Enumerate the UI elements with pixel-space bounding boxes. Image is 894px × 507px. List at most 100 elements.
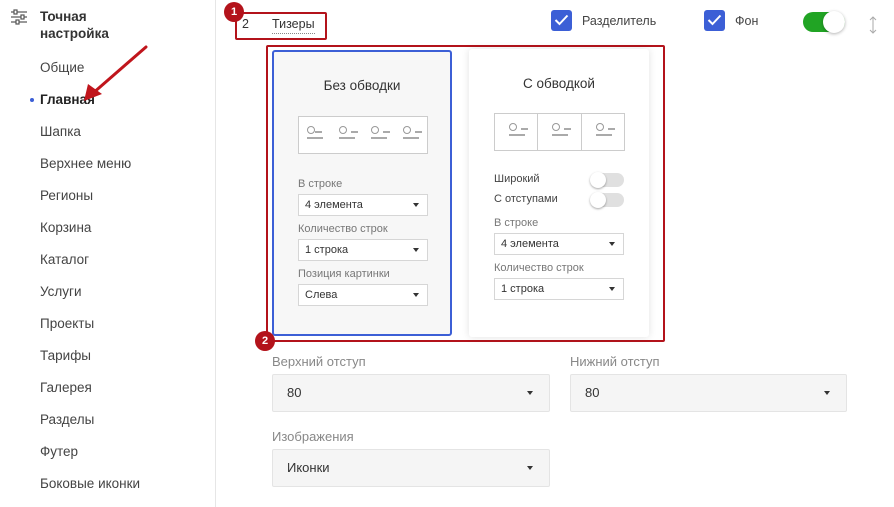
sidebar-item-sections[interactable]: Разделы <box>40 411 140 443</box>
preview-item <box>538 114 582 150</box>
layout-preview-4-columns <box>298 116 428 154</box>
toggle-knob <box>590 192 606 208</box>
preview-item <box>495 114 539 150</box>
sidebar-item-gallery[interactable]: Галерея <box>40 379 140 411</box>
per-row-select[interactable]: 4 элемента <box>298 194 428 216</box>
preview-line <box>403 137 419 139</box>
preview-image-icon <box>371 126 379 134</box>
preview-line <box>339 137 355 139</box>
per-row-label: В строке <box>298 178 343 190</box>
annotation-arrow-icon <box>84 45 148 101</box>
top-padding-label: Верхний отступ <box>272 354 366 369</box>
rows-count-label: Количество строк <box>298 223 388 235</box>
sidebar-item-footer[interactable]: Футер <box>40 443 140 475</box>
caret-down-icon <box>824 391 830 395</box>
sidebar-item-header[interactable]: Шапка <box>40 123 140 155</box>
preview-item <box>331 117 363 153</box>
sidebar-item-regions[interactable]: Регионы <box>40 187 140 219</box>
sidebar-item-projects[interactable]: Проекты <box>40 315 140 347</box>
annotation-frame-1 <box>235 12 327 40</box>
images-value: Иконки <box>287 460 330 475</box>
images-label: Изображения <box>272 429 354 444</box>
toggle-knob <box>823 11 845 33</box>
image-position-select[interactable]: Слева <box>298 284 428 306</box>
rows-count-select[interactable]: 1 строка <box>494 278 624 300</box>
background-label: Фон <box>735 14 759 28</box>
preview-item <box>363 117 395 153</box>
sidebar-nav: Общие Главная Шапка Верхнее меню Регионы… <box>29 59 140 507</box>
per-row-label: В строке <box>494 217 539 229</box>
rows-count-select[interactable]: 1 строка <box>298 239 428 261</box>
caret-down-icon <box>527 466 533 470</box>
preview-line <box>607 128 615 130</box>
with-gaps-label: С отступами <box>494 193 558 205</box>
sidebar-header: Точная настройка <box>10 8 150 42</box>
preview-line <box>564 128 572 130</box>
rows-count-value: 1 строка <box>305 244 349 256</box>
preview-item <box>299 117 331 153</box>
preview-line <box>521 128 528 130</box>
check-icon <box>707 14 722 26</box>
preview-image-icon <box>552 123 561 131</box>
block-visibility-toggle[interactable] <box>803 11 845 33</box>
layout-preview-3-columns <box>494 113 625 151</box>
top-padding-select[interactable]: 80 <box>272 374 550 412</box>
preview-line <box>383 131 390 133</box>
variant-card-with-border[interactable]: С обводкой Широкий С отступами В строке … <box>469 49 649 337</box>
caret-down-icon <box>413 248 419 252</box>
annotation-badge-1: 1 <box>224 2 244 22</box>
preview-item <box>395 117 427 153</box>
annotation-badge-2: 2 <box>255 331 275 351</box>
preview-line <box>595 134 612 136</box>
preview-line <box>351 131 358 133</box>
preview-item <box>582 114 624 150</box>
preview-image-icon <box>339 126 347 134</box>
sidebar-item-services[interactable]: Услуги <box>40 283 140 315</box>
separator-label: Разделитель <box>582 14 657 28</box>
variant-title: Без обводки <box>323 78 401 93</box>
variant-title: С обводкой <box>523 76 595 91</box>
with-gaps-toggle[interactable] <box>590 192 624 208</box>
caret-down-icon <box>413 293 419 297</box>
caret-down-icon <box>609 242 615 246</box>
preview-image-icon <box>595 123 604 131</box>
sidebar-item-side-icons[interactable]: Боковые иконки <box>40 475 140 507</box>
check-icon <box>554 14 569 26</box>
sidebar-title: Точная настройка <box>40 9 109 41</box>
sidebar-item-tariffs[interactable]: Тарифы <box>40 347 140 379</box>
top-padding-value: 80 <box>287 385 302 400</box>
caret-down-icon <box>609 287 615 291</box>
variant-card-no-border[interactable]: Без обводки В строке 4 элемента Количест… <box>272 50 452 336</box>
caret-down-icon <box>413 203 419 207</box>
preview-line <box>307 137 323 139</box>
drag-handle-icon[interactable] <box>868 14 878 36</box>
preview-image-icon <box>307 126 315 134</box>
toggle-knob <box>590 172 606 188</box>
wide-toggle[interactable] <box>590 172 624 188</box>
bottom-padding-label: Нижний отступ <box>570 354 660 369</box>
wide-label: Широкий <box>494 173 540 185</box>
preview-line <box>552 134 569 136</box>
sidebar-item-catalog[interactable]: Каталог <box>40 251 140 283</box>
per-row-value: 4 элемента <box>501 238 559 250</box>
images-select[interactable]: Иконки <box>272 449 550 487</box>
preview-line <box>315 131 322 133</box>
sidebar-item-top-menu[interactable]: Верхнее меню <box>40 155 140 187</box>
bottom-padding-value: 80 <box>585 385 600 400</box>
bottom-padding-select[interactable]: 80 <box>570 374 847 412</box>
rows-count-label: Количество строк <box>494 262 584 274</box>
separator-checkbox[interactable] <box>551 10 572 31</box>
background-checkbox[interactable] <box>704 10 725 31</box>
preview-line <box>371 137 387 139</box>
preview-line <box>509 134 525 136</box>
preview-line <box>415 131 422 133</box>
rows-count-value: 1 строка <box>501 283 545 295</box>
per-row-select[interactable]: 4 элемента <box>494 233 624 255</box>
sidebar-item-cart[interactable]: Корзина <box>40 219 140 251</box>
sliders-icon <box>11 9 27 25</box>
image-position-label: Позиция картинки <box>298 268 390 280</box>
image-position-value: Слева <box>305 289 338 301</box>
caret-down-icon <box>527 391 533 395</box>
per-row-value: 4 элемента <box>305 199 363 211</box>
preview-image-icon <box>403 126 411 134</box>
